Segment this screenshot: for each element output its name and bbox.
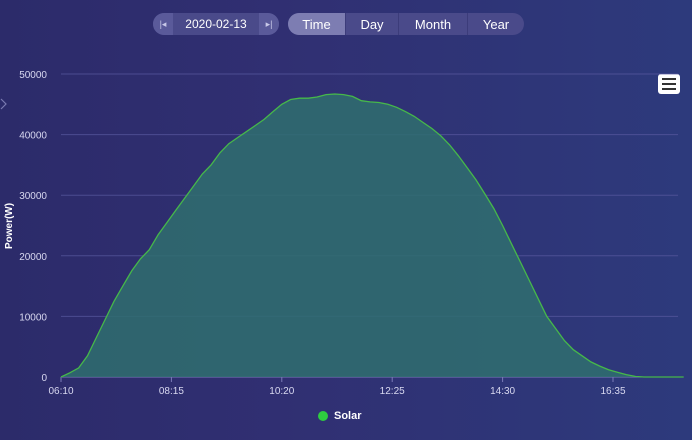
- y-tick-label: 30000: [19, 191, 47, 202]
- x-tick-label: 14:30: [490, 386, 515, 397]
- y-tick-label: 0: [41, 373, 47, 384]
- y-axis-title: Power(W): [4, 203, 15, 249]
- legend[interactable]: Solar: [318, 410, 362, 422]
- x-tick-label: 16:35: [600, 386, 625, 397]
- y-tick-label: 40000: [19, 131, 47, 142]
- power-chart: 0 10000 20000 30000 40000 50000 06:10 08:15 10:2…: [4, 70, 684, 397]
- x-tick-label: 10:20: [269, 386, 294, 397]
- series-solar-area: [61, 94, 684, 377]
- x-tick-label: 12:25: [380, 386, 405, 397]
- y-tick-label: 20000: [19, 252, 47, 263]
- y-tick-label: 10000: [19, 312, 47, 323]
- series-area: [60, 93, 684, 378]
- x-tick-label: 08:15: [159, 386, 184, 397]
- legend-solar-label: Solar: [334, 410, 362, 422]
- x-tick-label: 06:10: [48, 386, 73, 397]
- y-tick-label: 50000: [19, 70, 47, 81]
- legend-solar-marker: [318, 411, 328, 421]
